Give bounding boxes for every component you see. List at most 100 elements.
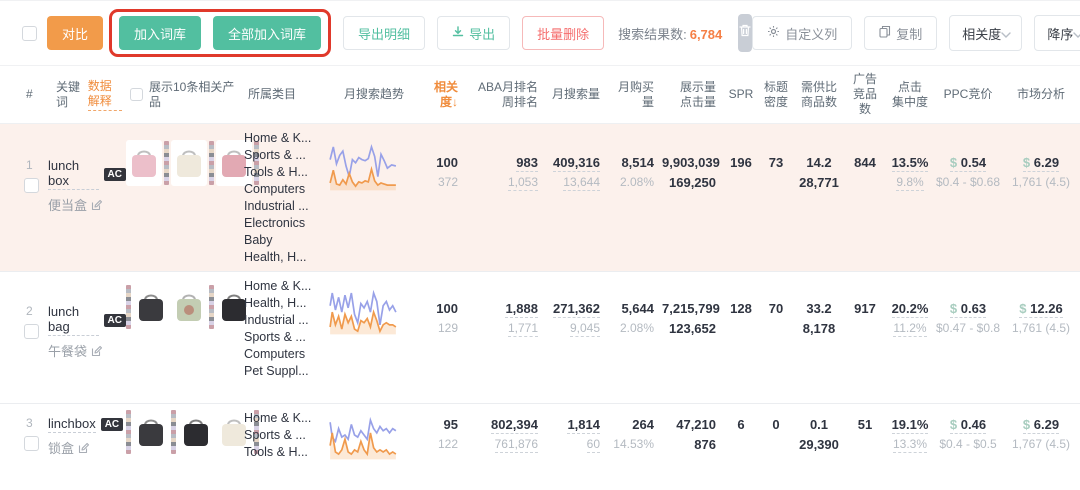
ppc-cell: $ 0.63 $0.47 - $0.8 bbox=[935, 301, 1001, 335]
table-header: # 关键词 数据解释 展示10条相关产品 所属类目 月搜索趋势 相关度↓ ABA… bbox=[0, 65, 1080, 124]
copy-button[interactable]: 复制 bbox=[864, 16, 938, 50]
row-index: 3 bbox=[26, 416, 33, 430]
col-market[interactable]: 市场分析 bbox=[1002, 81, 1080, 108]
color-swatches bbox=[126, 285, 131, 329]
select-all-checkbox[interactable] bbox=[22, 25, 37, 41]
spr-cell: 6 bbox=[737, 417, 745, 432]
ad-competitors-cell: 51 bbox=[857, 417, 873, 432]
product-thumbnail[interactable] bbox=[133, 409, 169, 455]
trash-icon bbox=[738, 23, 752, 43]
ac-badge: AC bbox=[103, 313, 126, 327]
col-ad-competitors[interactable]: 广告 竞品数 bbox=[844, 66, 886, 123]
title-density-cell: 70 bbox=[768, 301, 784, 316]
export-button[interactable]: 导出 bbox=[437, 16, 511, 50]
col-title-density[interactable]: 标题 密度 bbox=[758, 74, 794, 116]
keyword-link[interactable]: linchbox bbox=[48, 416, 96, 433]
click-concentration-cell: 20.2% 11.2% bbox=[891, 301, 929, 337]
keyword-link[interactable]: lunch bag bbox=[48, 304, 99, 336]
market-cell: $ 12.26 1,761 (4.5) bbox=[1011, 301, 1071, 335]
title-density-cell: 73 bbox=[768, 155, 784, 170]
supply-demand-cell: 14.2 28,771 bbox=[799, 155, 839, 190]
product-thumbnail[interactable] bbox=[171, 284, 207, 330]
edit-icon[interactable] bbox=[78, 442, 90, 454]
show-related-checkbox[interactable] bbox=[130, 88, 143, 101]
bag-icon bbox=[132, 150, 156, 177]
keyword-research-page: 对比 加入词库 全部加入词库 导出明细 导出 批量删除 搜索结果数:6,784 bbox=[0, 0, 1080, 490]
sort-field-value: 相关度 bbox=[962, 26, 1002, 42]
color-swatches bbox=[164, 141, 169, 185]
col-supply-demand[interactable]: 需供比 商品数 bbox=[794, 74, 844, 116]
col-search-volume[interactable]: 月搜索量 bbox=[546, 81, 608, 108]
chevron-down-icon bbox=[1001, 26, 1012, 41]
category-list: Home & K... Health, H... Industrial ... Sp… bbox=[244, 279, 312, 378]
col-click-concentration[interactable]: 点击 集中度 bbox=[886, 74, 934, 116]
search-volume-cell: 1,814 60 bbox=[567, 417, 600, 453]
add-all-to-lexicon-button[interactable]: 全部加入词库 bbox=[213, 16, 322, 50]
supply-demand-cell: 0.1 29,390 bbox=[799, 417, 839, 452]
sort-order-value: 降序 bbox=[1047, 26, 1074, 42]
export-label: 导出 bbox=[469, 26, 496, 42]
search-result-count: 搜索结果数: 6,784 bbox=[618, 24, 722, 43]
product-thumbnail[interactable] bbox=[178, 409, 214, 455]
col-spr[interactable]: SPR bbox=[724, 81, 758, 108]
spr-cell: 128 bbox=[730, 301, 752, 316]
col-show-related: 展示10条相关产品 bbox=[149, 79, 235, 109]
table-row: 1 lunch box AC 便当盒 Home & K... Sports & .… bbox=[0, 124, 1080, 272]
color-swatches bbox=[209, 141, 214, 185]
ppc-cell: $ 0.54 $0.4 - $0.68 bbox=[935, 155, 1001, 189]
supply-demand-cell: 33.2 8,178 bbox=[802, 301, 836, 336]
export-detail-button[interactable]: 导出明细 bbox=[343, 16, 426, 50]
table-row: 3 linchbox AC 锁盒 Home & K... Sports & ...… bbox=[0, 404, 1080, 490]
ppc-cell: $ 0.46 $0.4 - $0.5 bbox=[939, 417, 997, 451]
row-checkbox[interactable] bbox=[24, 324, 39, 339]
product-thumbnail[interactable] bbox=[126, 140, 162, 186]
col-purchase-volume[interactable]: 月购买量 bbox=[608, 74, 662, 116]
copy-icon bbox=[879, 25, 891, 41]
row-checkbox[interactable] bbox=[24, 178, 39, 193]
data-explain-link[interactable]: 数据解释 bbox=[87, 79, 122, 111]
search-volume-cell: 409,316 13,644 bbox=[553, 155, 600, 191]
purchase-volume-cell: 8,514 2.08% bbox=[619, 155, 654, 189]
col-index: # bbox=[26, 87, 33, 101]
col-aba-rank[interactable]: ABA月排名 周排名 bbox=[466, 74, 546, 116]
spr-cell: 196 bbox=[730, 155, 752, 170]
color-swatches bbox=[171, 410, 176, 454]
trend-sparkline bbox=[328, 404, 420, 490]
title-density-cell: 0 bbox=[772, 417, 780, 432]
col-relevance-sorted[interactable]: 相关度↓ bbox=[420, 74, 466, 116]
toolbar: 对比 加入词库 全部加入词库 导出明细 导出 批量删除 搜索结果数:6,784 bbox=[0, 1, 1080, 65]
ad-competitors-cell: 917 bbox=[854, 301, 876, 316]
relevance-cell: 100 129 bbox=[436, 301, 458, 335]
col-trend: 月搜索趋势 bbox=[343, 87, 404, 101]
edit-icon[interactable] bbox=[91, 199, 103, 211]
keyword-translation: 锁盒 bbox=[48, 441, 75, 456]
edit-icon[interactable] bbox=[91, 345, 103, 357]
compare-button[interactable]: 对比 bbox=[47, 16, 104, 50]
trash-button-disabled[interactable] bbox=[738, 14, 753, 52]
impressions-cell: 47,210 876 bbox=[676, 417, 716, 452]
gear-icon bbox=[767, 25, 780, 41]
add-to-lexicon-button[interactable]: 加入词库 bbox=[119, 16, 202, 50]
annotated-button-group: 加入词库 全部加入词库 bbox=[109, 9, 332, 57]
category-list: Home & K... Sports & ... Tools & H... bbox=[244, 411, 312, 459]
col-impressions[interactable]: 展示量 点击量 bbox=[662, 74, 724, 116]
keyword-translation: 午餐袋 bbox=[48, 344, 88, 359]
customize-columns-label: 自定义列 bbox=[785, 26, 838, 42]
col-ppc[interactable]: PPC竞价 bbox=[934, 81, 1002, 108]
aba-rank-cell: 983 1,053 bbox=[507, 155, 538, 191]
customize-columns-button[interactable]: 自定义列 bbox=[752, 16, 853, 50]
sort-field-select[interactable]: 相关度 bbox=[949, 15, 1023, 51]
click-concentration-cell: 13.5% 9.8% bbox=[891, 155, 929, 191]
product-thumbnail[interactable] bbox=[133, 284, 169, 330]
chevron-down-icon bbox=[1073, 26, 1080, 41]
row-checkbox[interactable] bbox=[24, 436, 39, 451]
product-thumbnail[interactable] bbox=[171, 140, 207, 186]
aba-rank-cell: 802,394 761,876 bbox=[491, 417, 538, 453]
sort-order-select[interactable]: 降序 bbox=[1034, 15, 1080, 51]
keyword-link[interactable]: lunch box bbox=[48, 158, 99, 190]
trend-sparkline bbox=[328, 272, 420, 403]
aba-rank-cell: 1,888 1,771 bbox=[505, 301, 538, 337]
batch-delete-button[interactable]: 批量删除 bbox=[522, 16, 605, 50]
row-index: 2 bbox=[26, 304, 33, 318]
color-swatches bbox=[209, 285, 214, 329]
